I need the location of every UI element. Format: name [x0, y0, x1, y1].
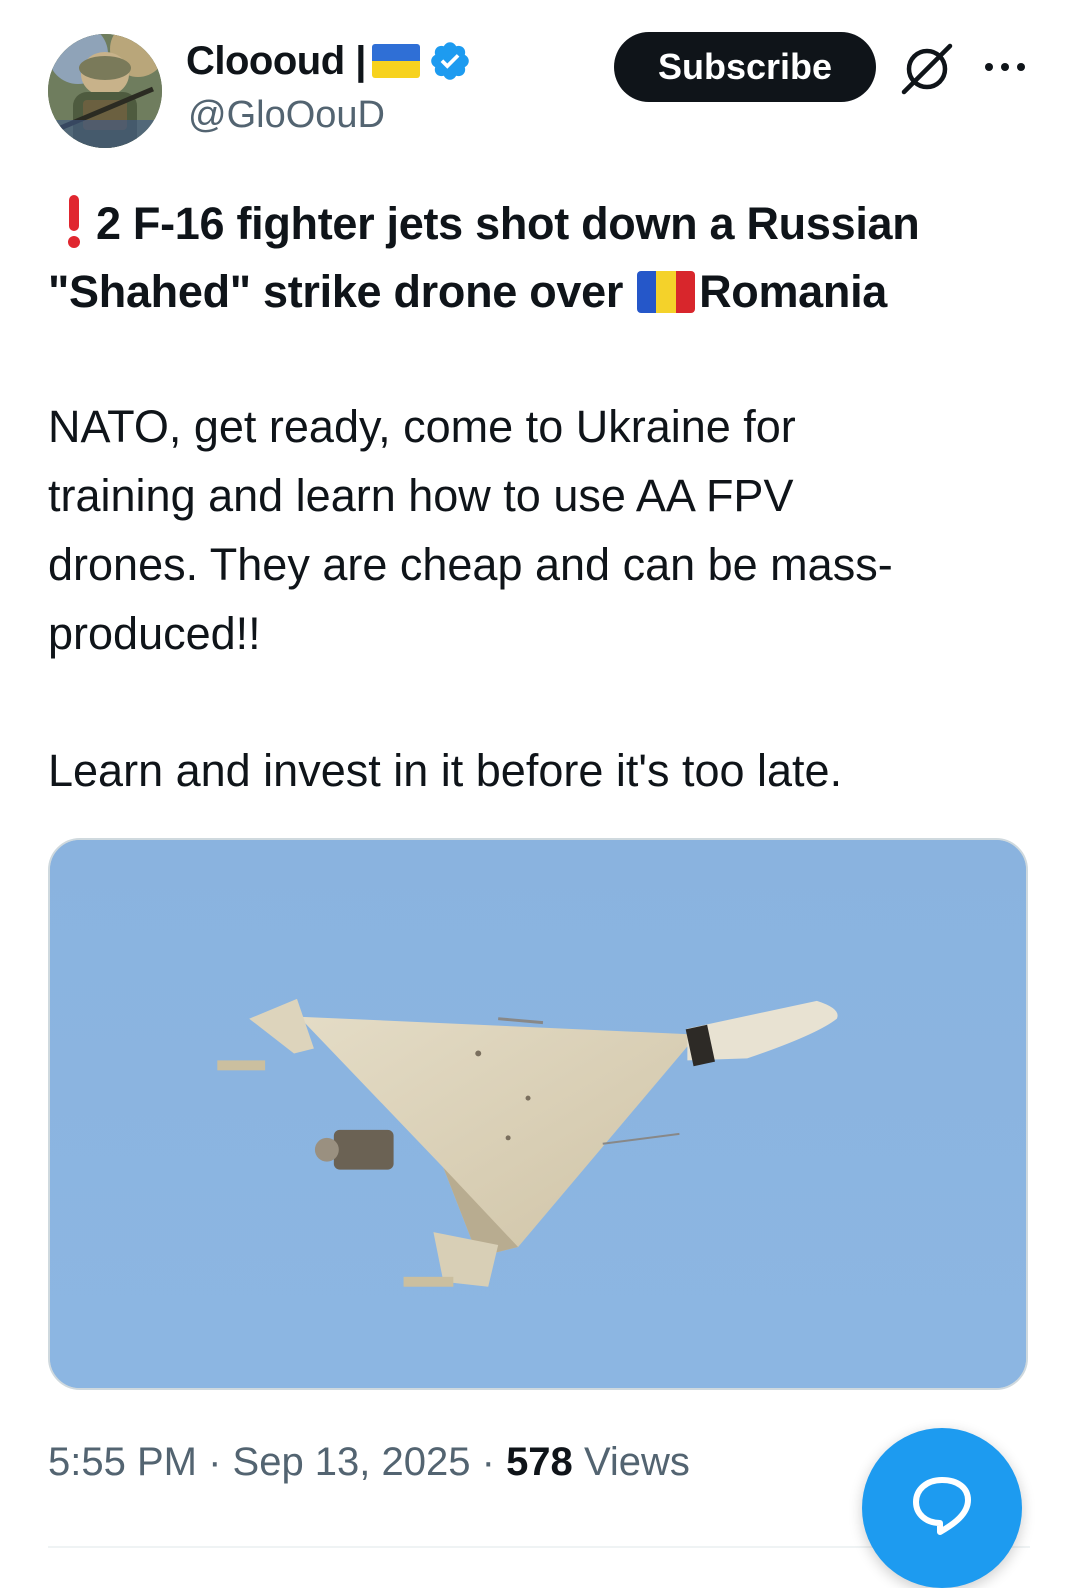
compose-reply-button[interactable]: [862, 1428, 1022, 1588]
author-handle[interactable]: @GloOouD: [188, 94, 385, 137]
post-date[interactable]: Sep 13, 2025: [233, 1440, 471, 1484]
headline-country: Romania: [699, 266, 888, 317]
ukraine-flag-icon: [371, 44, 420, 78]
exclamation-icon: [66, 195, 82, 248]
post-media-image[interactable]: [48, 838, 1028, 1390]
paragraph-line: drones. They are cheap and can be mass-: [48, 539, 893, 590]
meta-separator: ·: [196, 1440, 233, 1484]
author-display-name[interactable]: Clooοud |: [186, 39, 366, 84]
headline-line2: "Shahed" strike drone over: [48, 266, 624, 317]
views-count: 578: [506, 1440, 573, 1484]
paragraph-line: produced!!: [48, 608, 261, 659]
subscribe-button[interactable]: Subscribe: [614, 32, 876, 102]
post-meta: 5:55 PM · Sep 13, 2025 · 578 Views: [48, 1440, 690, 1485]
paragraph-line: training and learn how to use AA FPV: [48, 470, 794, 521]
chat-bubble-icon: [913, 1477, 971, 1535]
headline-line1: 2 F-16 fighter jets shot down a Russian: [96, 198, 920, 249]
avatar[interactable]: [48, 34, 162, 148]
verified-badge-icon: [431, 42, 469, 80]
grok-icon[interactable]: [898, 40, 956, 98]
post-time[interactable]: 5:55 PM: [48, 1440, 197, 1484]
romania-flag-icon: [637, 271, 696, 313]
views-label: Views: [583, 1440, 690, 1484]
post-paragraph-2: Learn and invest in it before it's too l…: [48, 745, 843, 796]
paragraph-line: NATO, get ready, come to Ukraine for: [48, 401, 796, 452]
more-options-icon[interactable]: [980, 52, 1030, 82]
post-headline: 2 F-16 fighter jets shot down a Russian …: [48, 190, 1038, 326]
post-paragraph-1: NATO, get ready, come to Ukraine for tra…: [48, 392, 1038, 668]
meta-separator: ·: [470, 1440, 507, 1484]
author-name-row[interactable]: Clooοud |: [186, 36, 472, 86]
